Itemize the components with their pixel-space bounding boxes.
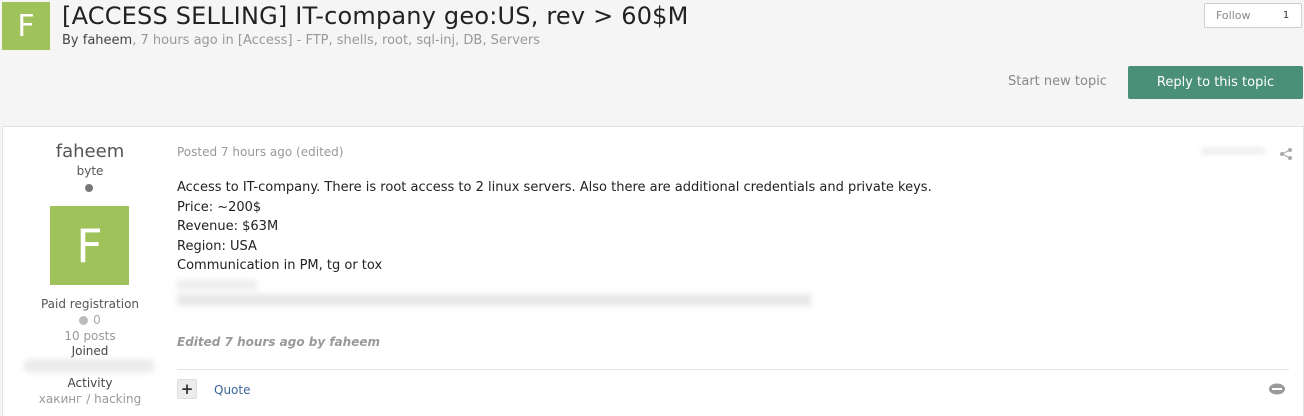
post-body: Access to IT-company. There is root acce…: [177, 178, 932, 276]
author-rank: byte: [76, 164, 104, 178]
multiquote-icon[interactable]: [1268, 383, 1286, 395]
follow-button[interactable]: Follow 1: [1204, 3, 1302, 28]
quote-button[interactable]: Quote: [214, 383, 250, 397]
post-line: Revenue: $63M: [177, 219, 279, 234]
author-interests: хакинг / hacking: [38, 392, 142, 406]
reputation-icon: [79, 315, 89, 325]
report-link-redacted[interactable]: [1201, 147, 1265, 155]
topic-meta-by: By: [62, 33, 79, 48]
reputation-value: 0: [93, 313, 101, 327]
edited-note: Edited 7 hours ago by faheem: [177, 335, 380, 349]
post-redacted-line: [177, 280, 257, 290]
post-line: Price: ~200$: [177, 199, 262, 215]
post-container: faheem byte F Paid registration 0 10 pos…: [2, 126, 1304, 416]
offline-status-icon: [85, 184, 93, 192]
post-redacted-line: [177, 294, 811, 306]
multiquote-add-button[interactable]: +: [177, 379, 197, 399]
topic-title: [ACCESS SELLING] IT-company geo:US, rev …: [62, 2, 689, 30]
post-line: Communication in PM, tg or tox: [177, 258, 383, 273]
reply-to-topic-button[interactable]: Reply to this topic: [1128, 66, 1303, 99]
post-divider: [177, 369, 1289, 370]
author-group: Paid registration: [40, 297, 140, 311]
author-joined-label: Joined: [71, 344, 109, 358]
topic-meta-author-link[interactable]: faheem: [83, 33, 132, 48]
follow-label: Follow: [1216, 9, 1251, 22]
author-name-link[interactable]: faheem: [3, 141, 177, 162]
topic-meta-time: , 7 hours ago in: [132, 33, 234, 48]
share-icon[interactable]: [1279, 147, 1293, 161]
author-reputation: 0: [3, 313, 177, 327]
post-line: Access to IT-company. There is root acce…: [177, 180, 932, 195]
topic-meta-forum-link[interactable]: [Access] - FTP, shells, root, sql-inj, D…: [238, 33, 540, 48]
start-new-topic-link[interactable]: Start new topic: [1008, 74, 1107, 89]
author-column: faheem byte F Paid registration 0 10 pos…: [3, 127, 177, 416]
author-avatar[interactable]: F: [50, 206, 129, 285]
author-activity-label: Activity: [67, 376, 113, 390]
topic-author-avatar[interactable]: F: [2, 2, 50, 50]
post-line: Region: USA: [177, 238, 257, 254]
author-post-count: 10 posts: [64, 329, 116, 343]
author-joined-value-redacted: [23, 359, 155, 373]
follow-count: 1: [1282, 10, 1290, 21]
post-date: Posted 7 hours ago (edited): [177, 145, 344, 159]
topic-meta: By faheem, 7 hours ago in [Access] - FTP…: [62, 33, 540, 48]
